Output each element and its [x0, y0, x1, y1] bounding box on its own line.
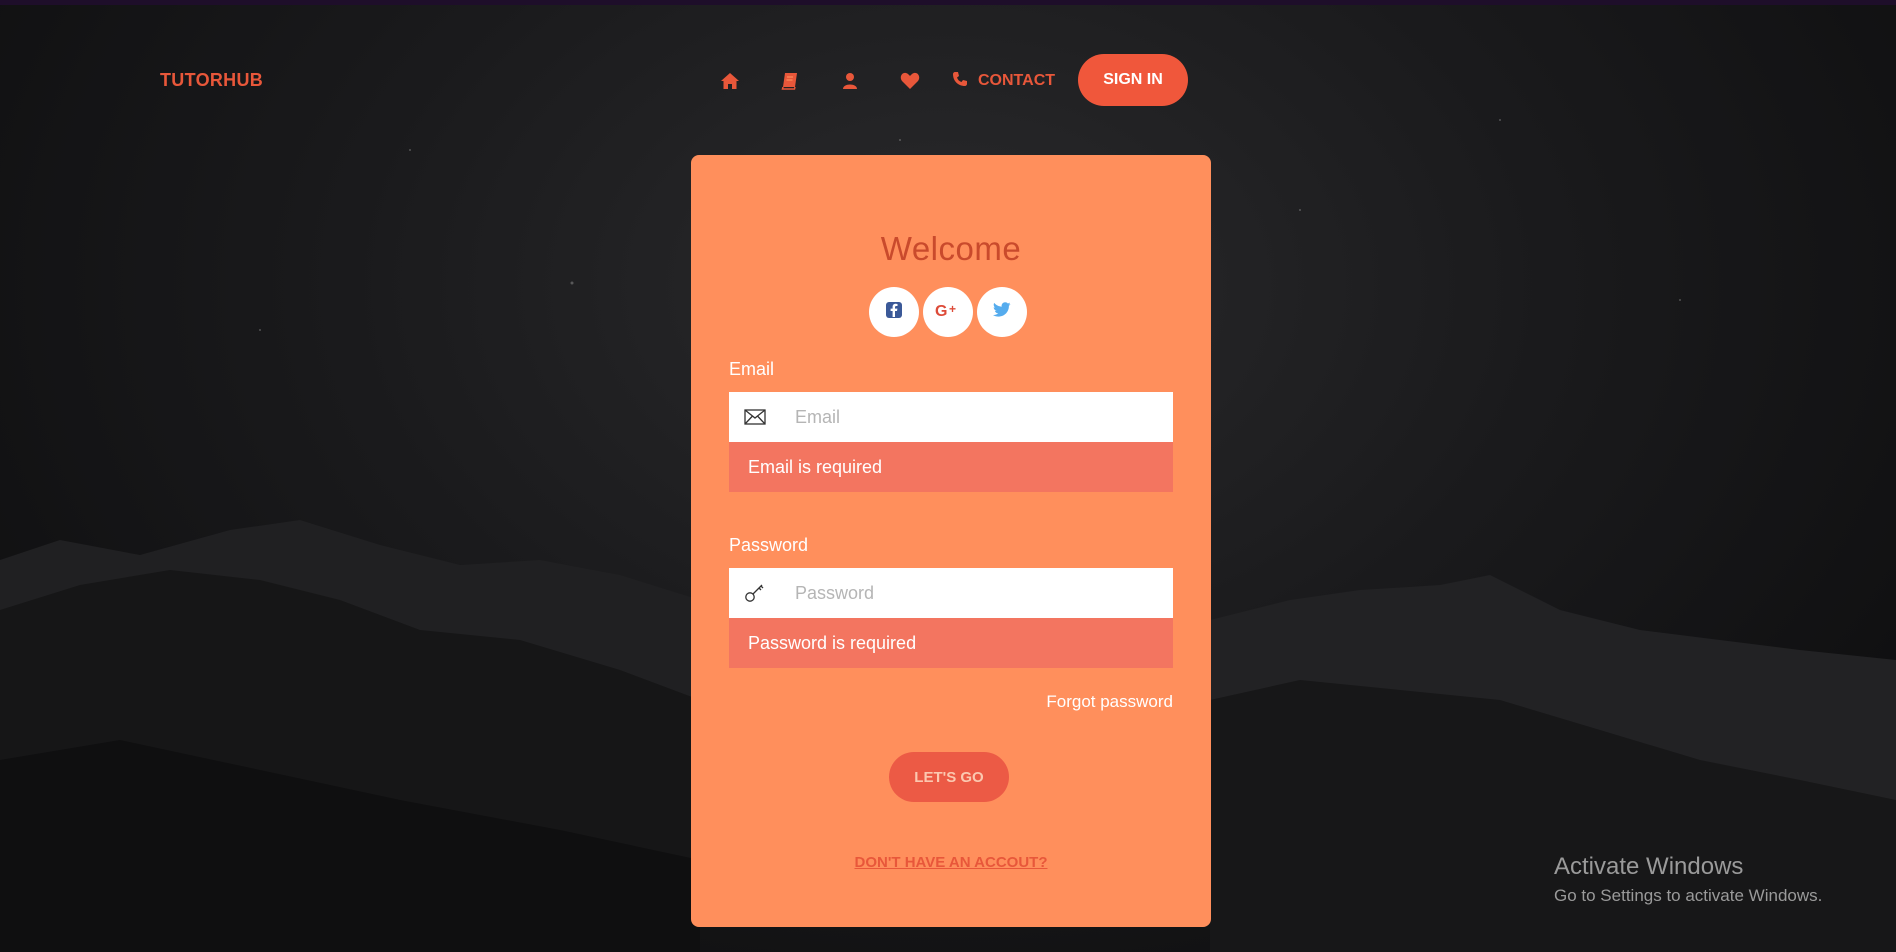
- sign-in-button[interactable]: SIGN IN: [1078, 54, 1188, 106]
- nav-contact-link[interactable]: CONTACT: [952, 71, 1055, 92]
- home-icon[interactable]: [700, 56, 760, 106]
- envelope-icon: [729, 409, 781, 425]
- twitter-icon: [992, 302, 1011, 322]
- windows-activation-title: Activate Windows: [1554, 853, 1744, 880]
- twitter-login-button[interactable]: [977, 287, 1027, 337]
- top-accent-bar: [0, 0, 1896, 5]
- login-title: Welcome: [880, 230, 1022, 267]
- google-plus-icon: G +: [935, 302, 961, 323]
- social-login-group: G +: [869, 287, 1027, 337]
- heart-icon[interactable]: [880, 56, 940, 106]
- email-field[interactable]: [729, 392, 1173, 442]
- password-error: Password is required: [729, 618, 1173, 668]
- email-label: Email: [729, 359, 775, 379]
- password-field[interactable]: [729, 568, 1173, 618]
- book-icon[interactable]: [760, 56, 820, 106]
- svg-text:+: +: [949, 302, 956, 316]
- submit-button[interactable]: LET'S GO: [889, 752, 1009, 802]
- email-input[interactable]: [781, 396, 1173, 438]
- login-card: Welcome G+ Email Email is required Passw…: [691, 155, 1211, 927]
- password-input[interactable]: [781, 572, 1173, 614]
- google-plus-login-button[interactable]: G +: [923, 287, 973, 337]
- svg-text:G: G: [935, 303, 947, 318]
- password-label: Password: [729, 535, 809, 555]
- key-icon: [729, 583, 781, 603]
- signup-link[interactable]: DON'T HAVE AN ACCOUT?: [691, 854, 1211, 871]
- user-icon[interactable]: [820, 56, 880, 106]
- main-nav: CONTACT: [700, 56, 1055, 106]
- brand-logo[interactable]: TUTORHUB: [160, 70, 263, 91]
- phone-icon: [952, 71, 968, 92]
- forgot-password-link[interactable]: Forgot password: [1046, 692, 1173, 712]
- facebook-icon: [885, 301, 903, 324]
- email-error: Email is required: [729, 442, 1173, 492]
- facebook-login-button[interactable]: [869, 287, 919, 337]
- contact-label: CONTACT: [978, 72, 1056, 89]
- windows-activation-subtitle: Go to Settings to activate Windows.: [1554, 886, 1823, 905]
